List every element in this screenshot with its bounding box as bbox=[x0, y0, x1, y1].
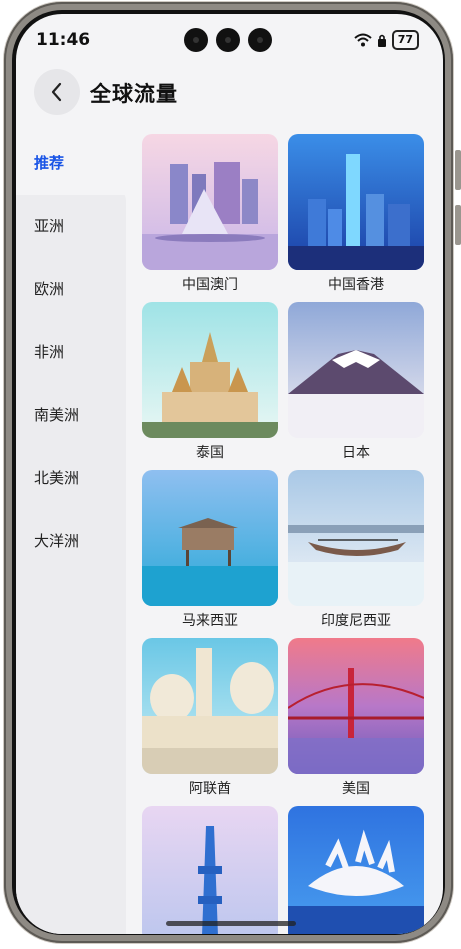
destination-card-malaysia[interactable]: 马来西亚 bbox=[142, 470, 278, 632]
destination-card-indonesia[interactable]: 印度尼西亚 bbox=[288, 470, 424, 632]
nav-item-oceania[interactable]: 大洋洲 bbox=[16, 510, 126, 573]
camera-icon bbox=[216, 28, 240, 52]
destination-card-japan[interactable]: 日本 bbox=[288, 302, 424, 464]
usa-image bbox=[288, 638, 424, 774]
lock-icon bbox=[377, 34, 386, 47]
status-bar: 11:46 77 bbox=[16, 14, 443, 66]
nav-item-south-america[interactable]: 南美洲 bbox=[16, 384, 126, 447]
nav-item-europe[interactable]: 欧洲 bbox=[16, 258, 126, 321]
status-icons: 77 bbox=[354, 30, 419, 50]
destination-image bbox=[288, 806, 424, 934]
uae-image bbox=[142, 638, 278, 774]
battery-indicator: 77 bbox=[391, 30, 419, 50]
chevron-left-icon bbox=[51, 82, 62, 102]
destination-label: 中国澳门 bbox=[182, 277, 238, 293]
app-header: 全球流量 bbox=[16, 66, 443, 116]
nav-item-africa[interactable]: 非洲 bbox=[16, 321, 126, 384]
japan-image bbox=[288, 302, 424, 438]
destination-card-uae[interactable]: 阿联酋 bbox=[142, 638, 278, 800]
macau-image bbox=[142, 134, 278, 270]
destination-label: 美国 bbox=[342, 781, 370, 797]
nav-item-recommend[interactable]: 推荐 bbox=[16, 132, 126, 195]
screen: 11:46 77 全球流量 推荐 亚洲 欧洲 非洲 南美洲 北美洲 大洋洲 中国… bbox=[16, 14, 443, 934]
back-button[interactable] bbox=[34, 69, 80, 115]
destination-label: 日本 bbox=[342, 445, 370, 461]
indonesia-image bbox=[288, 470, 424, 606]
destination-label: 泰国 bbox=[196, 445, 224, 461]
destination-label: 中国香港 bbox=[328, 277, 384, 293]
destination-card-hong-kong[interactable]: 中国香港 bbox=[288, 134, 424, 296]
destination-image bbox=[142, 806, 278, 934]
camera-cluster bbox=[184, 28, 272, 52]
destination-label: 阿联酋 bbox=[189, 781, 231, 797]
destination-label: 印度尼西亚 bbox=[321, 613, 391, 629]
destination-card-usa[interactable]: 美国 bbox=[288, 638, 424, 800]
region-nav: 推荐 亚洲 欧洲 非洲 南美洲 北美洲 大洋洲 bbox=[16, 132, 126, 573]
nav-item-asia[interactable]: 亚洲 bbox=[16, 195, 126, 258]
destination-card-macau[interactable]: 中国澳门 bbox=[142, 134, 278, 296]
hong-kong-image bbox=[288, 134, 424, 270]
camera-icon bbox=[184, 28, 208, 52]
power-button bbox=[455, 205, 461, 245]
thailand-image bbox=[142, 302, 278, 438]
destination-card[interactable] bbox=[142, 806, 278, 934]
malaysia-image bbox=[142, 470, 278, 606]
nav-item-north-america[interactable]: 北美洲 bbox=[16, 447, 126, 510]
status-time: 11:46 bbox=[36, 30, 91, 50]
camera-icon bbox=[248, 28, 272, 52]
home-indicator[interactable] bbox=[166, 921, 296, 926]
destination-label: 马来西亚 bbox=[182, 613, 238, 629]
page-title: 全球流量 bbox=[90, 82, 178, 106]
volume-button bbox=[455, 150, 461, 190]
destination-card[interactable] bbox=[288, 806, 424, 934]
destination-card-thailand[interactable]: 泰国 bbox=[142, 302, 278, 464]
wifi-icon bbox=[354, 33, 372, 47]
